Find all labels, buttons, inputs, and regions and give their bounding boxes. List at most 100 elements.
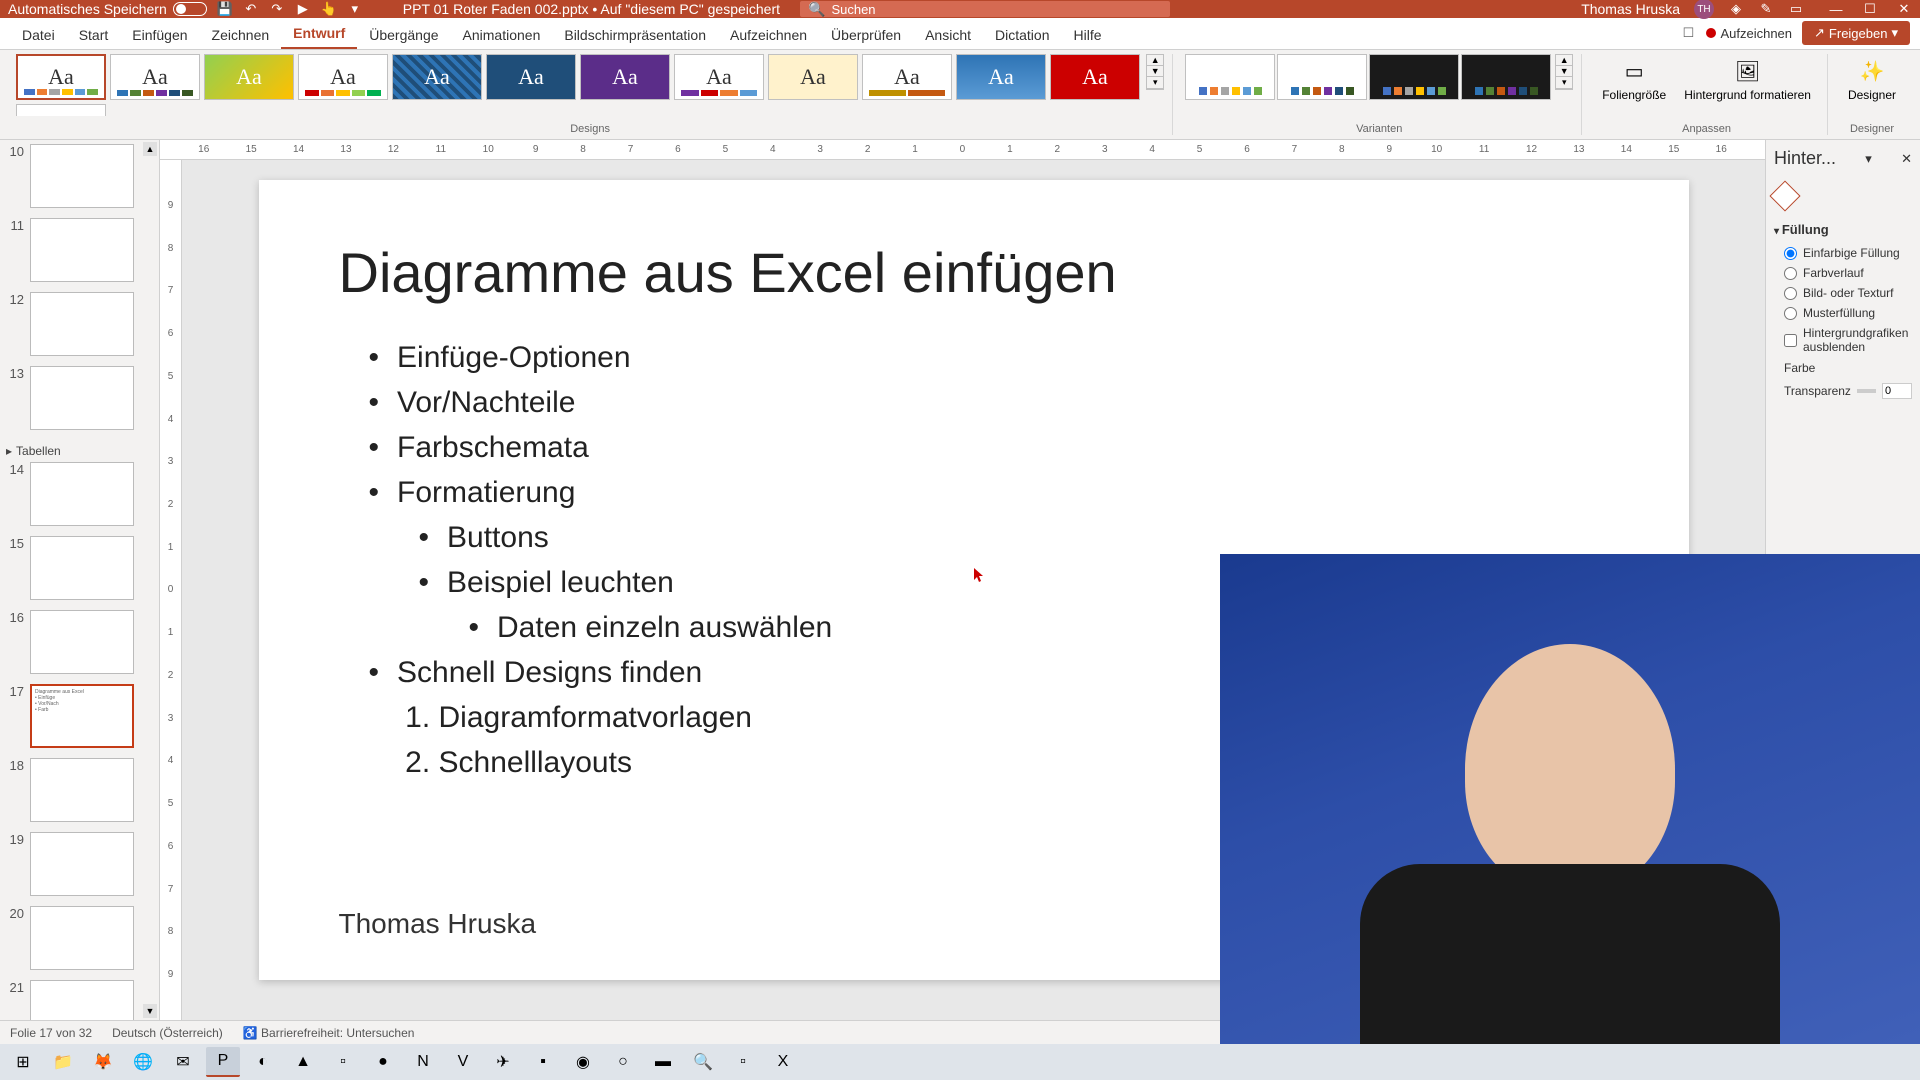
app-icon-5[interactable]: ○	[606, 1047, 640, 1077]
slide-thumbnail[interactable]	[30, 980, 134, 1020]
chrome-icon[interactable]: 🌐	[126, 1047, 160, 1077]
design-gallery-spinner[interactable]: ▲▼▾	[1146, 54, 1164, 90]
bullet-item[interactable]: Farbschemata	[369, 425, 1609, 470]
design-theme-6[interactable]: Aa	[486, 54, 576, 100]
variant-3[interactable]	[1369, 54, 1459, 100]
slide-thumbnail[interactable]	[30, 144, 134, 208]
variant-2[interactable]	[1277, 54, 1367, 100]
powerpoint-icon[interactable]: P	[206, 1047, 240, 1077]
tab-ansicht[interactable]: Ansicht	[913, 21, 983, 49]
slide-footer[interactable]: Thomas Hruska	[339, 908, 537, 940]
tab-zeichnen[interactable]: Zeichnen	[200, 21, 282, 49]
tab-animationen[interactable]: Animationen	[451, 21, 553, 49]
design-theme-2[interactable]: Aa	[110, 54, 200, 100]
search-box[interactable]: 🔍	[800, 1, 1170, 17]
qat-more-icon[interactable]: ▾	[347, 1, 363, 17]
user-name[interactable]: Thomas Hruska	[1581, 1, 1680, 17]
transparency-slider[interactable]	[1857, 389, 1876, 393]
design-theme-8[interactable]: Aa	[674, 54, 764, 100]
format-background-button[interactable]: 🖼Hintergrund formatieren	[1676, 54, 1819, 106]
tab-hilfe[interactable]: Hilfe	[1061, 21, 1113, 49]
spinner-up-icon[interactable]: ▲	[1556, 55, 1572, 66]
app-icon[interactable]: ◐	[246, 1047, 280, 1077]
accessibility-check[interactable]: ♿ Barrierefreiheit: Untersuchen	[243, 1026, 415, 1040]
slide-title[interactable]: Diagramme aus Excel einfügen	[339, 240, 1609, 305]
share-button[interactable]: ↗ Freigeben ▾	[1802, 21, 1910, 45]
tab-einfuegen[interactable]: Einfügen	[120, 21, 199, 49]
visio-icon[interactable]: V	[446, 1047, 480, 1077]
hide-graphics-checkbox[interactable]	[1784, 334, 1797, 347]
app-icon-2[interactable]: ▫	[326, 1047, 360, 1077]
design-theme-3[interactable]: Aa	[204, 54, 294, 100]
tab-entwurf[interactable]: Entwurf	[281, 19, 357, 49]
design-theme-5[interactable]: Aa	[392, 54, 482, 100]
variant-gallery-spinner[interactable]: ▲▼▾	[1555, 54, 1573, 90]
slide-thumbnail[interactable]	[30, 462, 134, 526]
design-theme-7[interactable]: Aa	[580, 54, 670, 100]
search-input[interactable]	[831, 2, 1162, 17]
tab-start[interactable]: Start	[67, 21, 121, 49]
slide-thumbnail[interactable]	[30, 906, 134, 970]
variant-1[interactable]	[1185, 54, 1275, 100]
thumb-scroll-up-icon[interactable]: ▲	[143, 142, 157, 156]
language-indicator[interactable]: Deutsch (Österreich)	[112, 1026, 223, 1040]
variant-4[interactable]	[1461, 54, 1551, 100]
vlc-icon[interactable]: ▲	[286, 1047, 320, 1077]
fill-gradient-option[interactable]: Farbverlauf	[1774, 263, 1912, 283]
app-icon-7[interactable]: ▫	[726, 1047, 760, 1077]
autosave-toggle[interactable]: Automatisches Speichern	[8, 1, 207, 17]
design-theme-10[interactable]: Aa	[862, 54, 952, 100]
user-avatar[interactable]: TH	[1694, 0, 1714, 19]
excel-icon[interactable]: X	[766, 1047, 800, 1077]
fill-solid-radio[interactable]	[1784, 247, 1797, 260]
design-theme-4[interactable]: Aa	[298, 54, 388, 100]
onenote-icon[interactable]: N	[406, 1047, 440, 1077]
spinner-down-icon[interactable]: ▼	[1147, 66, 1163, 77]
save-icon[interactable]: 💾	[217, 1, 233, 17]
telegram-icon[interactable]: ✈	[486, 1047, 520, 1077]
tab-ueberpruefen[interactable]: Überprüfen	[819, 21, 913, 49]
file-explorer-icon[interactable]: 📁	[46, 1047, 80, 1077]
transparency-input[interactable]	[1882, 383, 1912, 399]
fill-section-header[interactable]: Füllung	[1774, 216, 1912, 243]
fill-picture-radio[interactable]	[1784, 287, 1797, 300]
collapse-ribbon-icon[interactable]: ☐	[1680, 25, 1696, 41]
hide-graphics-option[interactable]: Hintergrundgrafiken ausblenden	[1774, 323, 1912, 357]
outlook-icon[interactable]: ✉	[166, 1047, 200, 1077]
firefox-icon[interactable]: 🦊	[86, 1047, 120, 1077]
slide-thumbnail[interactable]	[30, 292, 134, 356]
record-button[interactable]: Aufzeichnen	[1706, 26, 1792, 41]
tab-uebergaenge[interactable]: Übergänge	[357, 21, 450, 49]
bullet-item[interactable]: Einfüge-Optionen	[369, 335, 1609, 380]
design-theme-13[interactable]: Aa	[16, 104, 106, 116]
app-icon-3[interactable]: ●	[366, 1047, 400, 1077]
slide-thumbnail[interactable]	[30, 610, 134, 674]
bullet-item[interactable]: Vor/Nachteile	[369, 380, 1609, 425]
fill-picture-option[interactable]: Bild- oder Texturf	[1774, 283, 1912, 303]
designer-button[interactable]: ✨Designer	[1840, 54, 1904, 106]
fill-pattern-option[interactable]: Musterfüllung	[1774, 303, 1912, 323]
slide-counter[interactable]: Folie 17 von 32	[10, 1026, 92, 1040]
document-title[interactable]: PPT 01 Roter Faden 002.pptx • Auf "diese…	[403, 1, 780, 17]
design-theme-1[interactable]: Aa	[16, 54, 106, 100]
thumb-scroll-down-icon[interactable]: ▼	[143, 1004, 157, 1018]
slide-thumbnail-panel[interactable]: ▲ 10111213▸ Tabellen14151617Diagramme au…	[0, 140, 160, 1020]
spinner-down-icon[interactable]: ▼	[1556, 66, 1572, 77]
tab-bildschirmpraesentation[interactable]: Bildschirmpräsentation	[552, 21, 718, 49]
spinner-more-icon[interactable]: ▾	[1147, 77, 1163, 89]
pane-options-icon[interactable]: ▾	[1865, 151, 1872, 167]
slide-thumbnail[interactable]: Diagramme aus Excel• Einfüge• Vor/Nach• …	[30, 684, 134, 748]
slide-thumbnail[interactable]	[30, 218, 134, 282]
fill-tab-icon[interactable]	[1769, 180, 1800, 211]
design-theme-12[interactable]: Aa	[1050, 54, 1140, 100]
slide-thumbnail[interactable]	[30, 758, 134, 822]
draw-icon[interactable]: ✎	[1758, 1, 1774, 17]
slide-thumbnail[interactable]	[30, 536, 134, 600]
obs-icon[interactable]: ◉	[566, 1047, 600, 1077]
diamond-icon[interactable]: ◈	[1728, 1, 1744, 17]
design-theme-9[interactable]: Aa	[768, 54, 858, 100]
app-icon-6[interactable]: 🔍	[686, 1047, 720, 1077]
spinner-up-icon[interactable]: ▲	[1147, 55, 1163, 66]
tab-datei[interactable]: Datei	[10, 21, 67, 49]
app-icon-4[interactable]: ▪	[526, 1047, 560, 1077]
